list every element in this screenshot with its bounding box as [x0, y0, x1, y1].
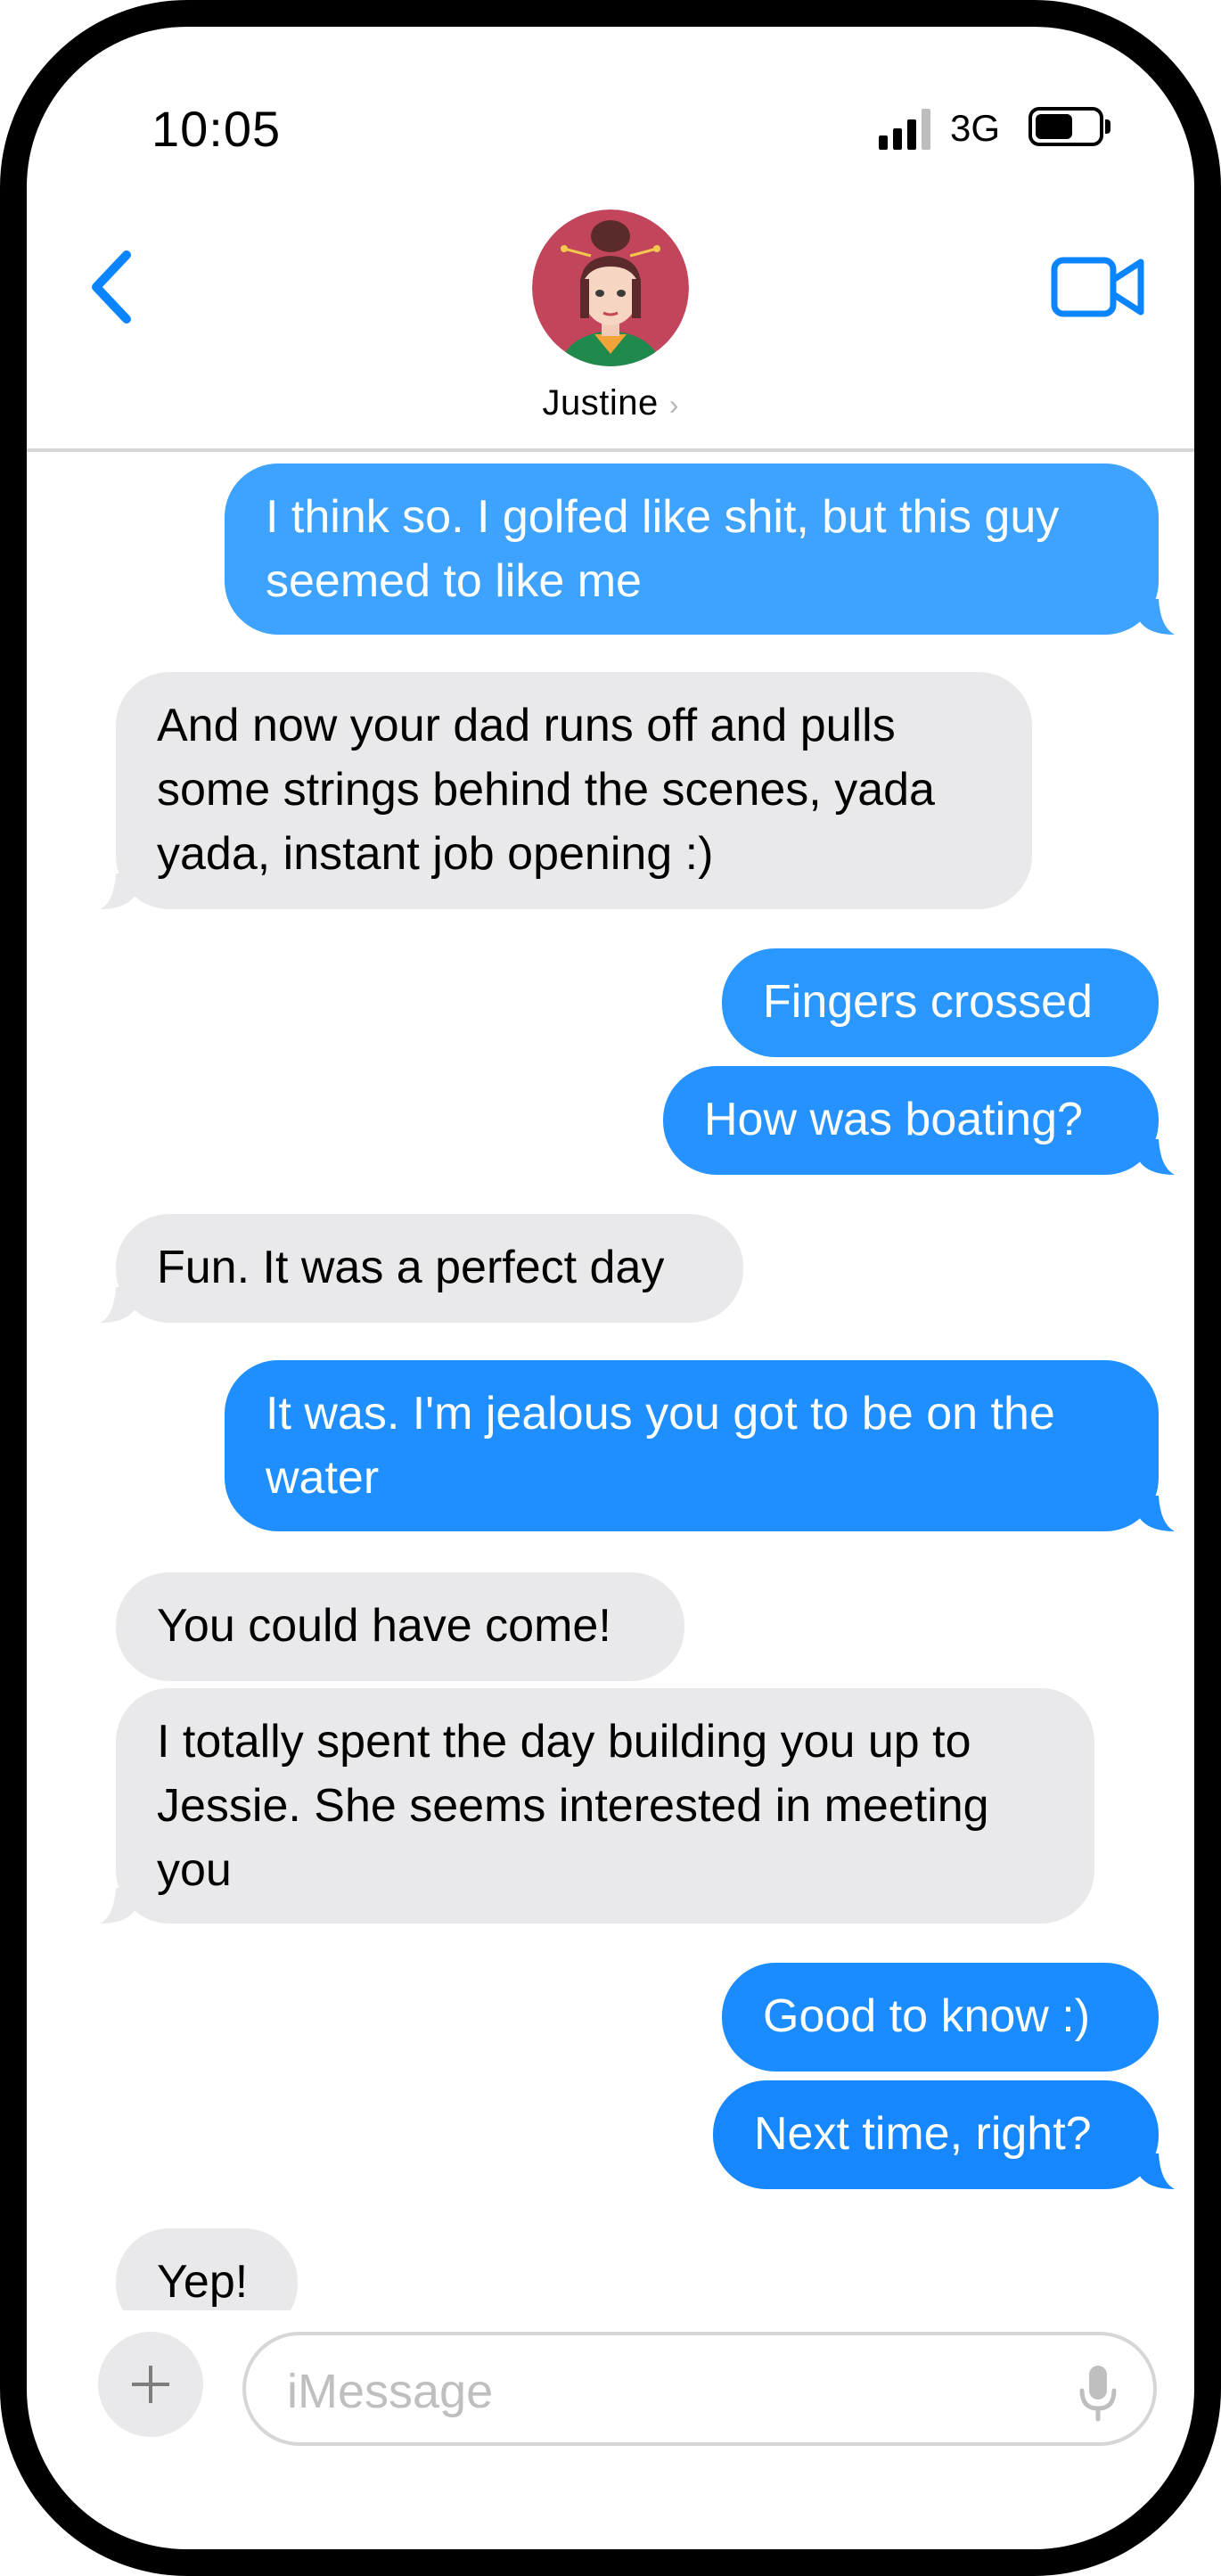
- message-text: Fingers crossed: [763, 976, 1093, 1028]
- bubble-tail: [1139, 1496, 1175, 1531]
- avatar-illustration: [532, 209, 689, 366]
- phone-frame: 10:05 3G Justine › I think so. I golfed …: [0, 0, 1221, 2576]
- status-bar: 10:05 3G: [27, 27, 1194, 187]
- contact-name-button[interactable]: Justine ›: [27, 383, 1194, 423]
- message-text: I think so. I golfed like shit, but this…: [266, 491, 1060, 607]
- message-bubble-sent[interactable]: Fingers crossed: [722, 948, 1159, 1057]
- message-text: It was. I'm jealous you got to be on the…: [266, 1388, 1055, 1504]
- conversation-header: Justine ›: [27, 187, 1194, 455]
- message-text: You could have come!: [157, 1600, 611, 1652]
- message-text: And now your dad runs off and pulls some…: [157, 700, 935, 880]
- message-text: Good to know :): [763, 1990, 1091, 2042]
- message-composer: iMessage: [27, 2310, 1194, 2453]
- apps-button[interactable]: [98, 2332, 203, 2437]
- network-type: 3G: [950, 107, 1001, 149]
- chevron-right-icon: ›: [668, 389, 679, 421]
- message-bubble-sent[interactable]: Next time, right?: [713, 2080, 1175, 2189]
- message-bubble-received[interactable]: You could have come!: [116, 1572, 684, 1681]
- message-bubble-sent[interactable]: I think so. I golfed like shit, but this…: [225, 464, 1175, 635]
- contact-name: Justine: [542, 383, 659, 422]
- message-thread[interactable]: I think so. I golfed like shit, but this…: [27, 455, 1194, 2310]
- bubble-tail: [1139, 599, 1175, 635]
- contact-avatar[interactable]: [532, 209, 689, 366]
- message-bubble-sent[interactable]: Good to know :): [722, 1963, 1159, 2071]
- input-placeholder: iMessage: [287, 2365, 494, 2418]
- bubble-tail: [1139, 1139, 1175, 1175]
- chevron-left-icon: [92, 250, 131, 324]
- message-input[interactable]: iMessage: [242, 2332, 1157, 2446]
- bubble-tail: [100, 1287, 135, 1323]
- battery-icon: [1028, 107, 1103, 146]
- message-bubble-received[interactable]: I totally spent the day building you up …: [100, 1688, 1094, 1924]
- bubble-tail: [1139, 2154, 1175, 2189]
- video-camera-icon: [1051, 257, 1144, 317]
- signal-strength-icon: [879, 109, 932, 150]
- battery-tip: [1105, 119, 1110, 134]
- message-bubble-received[interactable]: And now your dad runs off and pulls some…: [100, 672, 1032, 909]
- header-divider: [27, 448, 1194, 452]
- microphone-icon[interactable]: [1077, 2362, 1119, 2424]
- video-call-button[interactable]: [1050, 251, 1148, 323]
- back-button[interactable]: [80, 242, 152, 332]
- message-bubble-received[interactable]: Yep!: [116, 2228, 298, 2310]
- message-bubble-sent[interactable]: How was boating?: [663, 1066, 1175, 1175]
- message-text: Next time, right?: [754, 2108, 1092, 2160]
- bubble-tail: [100, 1888, 135, 1924]
- message-text: I totally spent the day building you up …: [157, 1716, 989, 1896]
- message-bubble-sent[interactable]: It was. I'm jealous you got to be on the…: [225, 1360, 1175, 1531]
- message-bubble-received[interactable]: Fun. It was a perfect day: [100, 1214, 743, 1323]
- bubble-tail: [100, 874, 135, 909]
- message-text: Yep!: [157, 2256, 249, 2308]
- message-text: How was boating?: [704, 1094, 1083, 1145]
- status-time: 10:05: [152, 101, 282, 157]
- message-text: Fun. It was a perfect day: [157, 1242, 665, 1293]
- battery-level: [1036, 114, 1072, 139]
